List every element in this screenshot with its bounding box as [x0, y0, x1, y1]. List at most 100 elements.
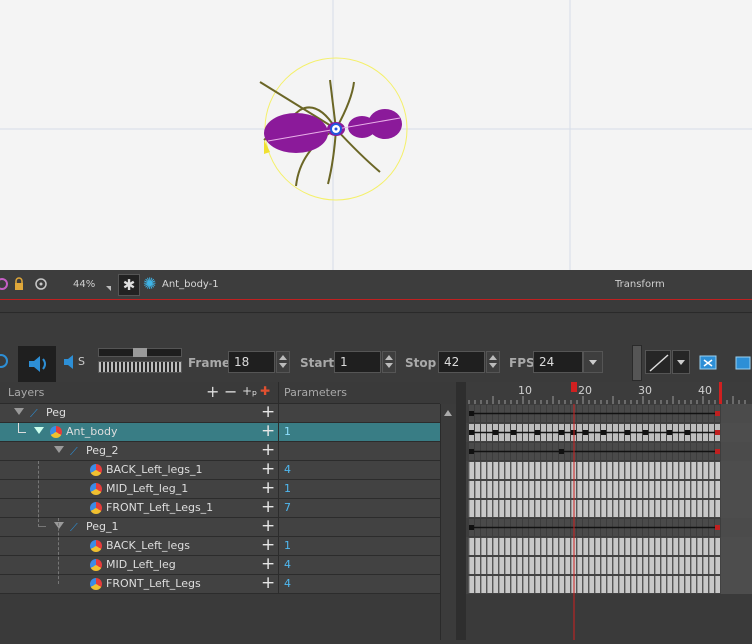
frame-cell[interactable]: [607, 462, 612, 479]
frame-cell[interactable]: [475, 576, 480, 593]
frame-cell[interactable]: [697, 462, 702, 479]
export-icon[interactable]: [734, 352, 752, 372]
frame-cell[interactable]: [631, 481, 636, 498]
frame-cell[interactable]: [631, 557, 636, 574]
frame-cell[interactable]: [481, 576, 486, 593]
frame-cell[interactable]: [523, 462, 528, 479]
loop-icon[interactable]: [0, 354, 8, 368]
frame-cell[interactable]: [661, 576, 666, 593]
frame-cell[interactable]: [625, 500, 630, 517]
frame-cell[interactable]: [613, 481, 618, 498]
frame-cell[interactable]: [529, 576, 534, 593]
frame-cell[interactable]: [565, 538, 570, 555]
frame-cell[interactable]: [493, 462, 498, 479]
frame-cell[interactable]: [565, 557, 570, 574]
keyframe[interactable]: [643, 430, 648, 435]
keyframe[interactable]: [715, 449, 720, 454]
frame-cell[interactable]: [613, 462, 618, 479]
frame-cell[interactable]: [469, 500, 474, 517]
fps-field[interactable]: 24: [533, 351, 583, 373]
frame-cell[interactable]: [595, 538, 600, 555]
frame-cell[interactable]: [517, 557, 522, 574]
frame-cell[interactable]: [481, 481, 486, 498]
frame-cell[interactable]: [541, 500, 546, 517]
frame-cell[interactable]: [493, 557, 498, 574]
frame-cell[interactable]: [499, 557, 504, 574]
add-parameter-button[interactable]: +: [261, 555, 275, 574]
onion-skin-icon[interactable]: [0, 278, 8, 290]
frame-cell[interactable]: [637, 500, 642, 517]
frame-cell[interactable]: [691, 538, 696, 555]
frame-cell[interactable]: [517, 500, 522, 517]
layer-row-mid-left-leg-1[interactable]: MID_Left_leg_1 + 1: [0, 479, 440, 499]
add-parameter-button[interactable]: +: [261, 498, 275, 517]
frame-cell[interactable]: [607, 481, 612, 498]
frame-cell[interactable]: [529, 557, 534, 574]
frame-cell[interactable]: [643, 481, 648, 498]
frame-cell[interactable]: [595, 500, 600, 517]
frame-cell[interactable]: [505, 481, 510, 498]
frame-cell[interactable]: [619, 576, 624, 593]
sound-scrub-icon[interactable]: [64, 354, 78, 370]
frame-cell[interactable]: [499, 462, 504, 479]
frame-cell[interactable]: [577, 462, 582, 479]
frame-cell[interactable]: [541, 481, 546, 498]
frame-cell[interactable]: [619, 462, 624, 479]
scroll-up-arrow-icon[interactable]: [444, 410, 452, 416]
frame-cell[interactable]: [469, 538, 474, 555]
add-parameter-button[interactable]: +: [261, 536, 275, 555]
keyframe[interactable]: [685, 430, 690, 435]
frame-cell[interactable]: [553, 500, 558, 517]
frame-cell[interactable]: [511, 576, 516, 593]
frame-cell[interactable]: [493, 538, 498, 555]
frame-cell[interactable]: [583, 500, 588, 517]
frame-cell[interactable]: [535, 557, 540, 574]
frame-cell[interactable]: [493, 500, 498, 517]
frame-cell[interactable]: [475, 481, 480, 498]
reset-view-icon[interactable]: [34, 277, 48, 291]
frame-cell[interactable]: [511, 462, 516, 479]
frame-cell[interactable]: [583, 538, 588, 555]
frame-cell[interactable]: [637, 538, 642, 555]
frame-cell[interactable]: [715, 481, 720, 498]
frame-cell[interactable]: [529, 500, 534, 517]
frame-cell[interactable]: [691, 576, 696, 593]
frame-cell[interactable]: [715, 462, 720, 479]
frame-cell[interactable]: [487, 557, 492, 574]
layer-scrollbar[interactable]: [440, 404, 456, 640]
frame-cell[interactable]: [709, 557, 714, 574]
frame-cell[interactable]: [595, 462, 600, 479]
frame-cell[interactable]: [655, 462, 660, 479]
frame-cell[interactable]: [691, 462, 696, 479]
frame-cell[interactable]: [523, 500, 528, 517]
add-parameter-button[interactable]: +: [261, 460, 275, 479]
frame-cell[interactable]: [649, 557, 654, 574]
frame-cell[interactable]: [703, 557, 708, 574]
frame-cell[interactable]: [673, 557, 678, 574]
timeline-cells[interactable]: [466, 404, 752, 640]
frame-cell[interactable]: [655, 538, 660, 555]
frame-cell[interactable]: [505, 538, 510, 555]
frame-cell[interactable]: [547, 576, 552, 593]
frame-cell[interactable]: [583, 462, 588, 479]
frame-cell[interactable]: [559, 576, 564, 593]
frame-cell[interactable]: [535, 462, 540, 479]
keyframe[interactable]: [715, 411, 720, 416]
frame-cell[interactable]: [673, 500, 678, 517]
frame-cell[interactable]: [685, 557, 690, 574]
frame-cell[interactable]: [649, 538, 654, 555]
frame-cell[interactable]: [607, 576, 612, 593]
frame-cell[interactable]: [487, 500, 492, 517]
frame-cell[interactable]: [601, 462, 606, 479]
keyframe[interactable]: [715, 525, 720, 530]
panel-divider[interactable]: [456, 382, 466, 640]
keyframe[interactable]: [469, 411, 474, 416]
frame-cell[interactable]: [523, 538, 528, 555]
frame-cell[interactable]: [577, 576, 582, 593]
frame-cell[interactable]: [661, 557, 666, 574]
frame-cell[interactable]: [481, 557, 486, 574]
frame-cell[interactable]: [613, 538, 618, 555]
expand-arrow-icon[interactable]: [54, 446, 64, 453]
frame-cell[interactable]: [649, 576, 654, 593]
frame-cell[interactable]: [547, 481, 552, 498]
